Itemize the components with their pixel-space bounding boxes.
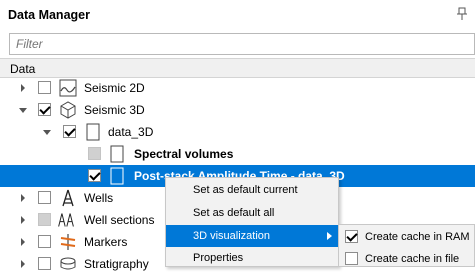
stratigraphy-icon xyxy=(60,257,76,270)
tree-item-label: Spectral volumes xyxy=(134,147,234,161)
checkbox[interactable] xyxy=(88,169,101,182)
submenu-item-label: Create cache in file xyxy=(365,253,460,265)
checkbox[interactable] xyxy=(38,235,51,248)
expand-arrow-icon[interactable] xyxy=(18,193,28,203)
tree-item-label: Stratigraphy xyxy=(84,257,149,271)
tree-header[interactable]: Data xyxy=(0,58,475,78)
tree-item-seismic-3d[interactable]: Seismic 3D xyxy=(0,99,475,121)
well-derrick-icon xyxy=(62,189,74,207)
tree-item-seismic-2d[interactable]: Seismic 2D xyxy=(0,77,475,99)
collapse-arrow-icon[interactable] xyxy=(42,127,52,137)
menu-item-properties[interactable]: Properties xyxy=(166,247,338,269)
filter-input[interactable] xyxy=(10,34,474,54)
checkbox[interactable] xyxy=(63,125,76,138)
filter-field[interactable] xyxy=(9,33,475,55)
checkbox[interactable] xyxy=(38,81,51,94)
expand-arrow-icon[interactable] xyxy=(18,83,28,93)
submenu-arrow-icon xyxy=(327,232,332,240)
checkbox[interactable] xyxy=(38,213,51,226)
collapse-arrow-icon[interactable] xyxy=(18,105,28,115)
menu-item-label: Set as default all xyxy=(193,207,275,219)
cube-folder-icon xyxy=(86,123,100,141)
menu-item-label: Set as default current xyxy=(193,184,298,196)
expand-arrow-icon[interactable] xyxy=(18,259,28,269)
expand-arrow-icon[interactable] xyxy=(18,215,28,225)
submenu-3d-visualization: Create cache in RAM Create cache in file xyxy=(338,224,475,267)
tree-item-label: Markers xyxy=(84,235,128,249)
tree-item-label: Well sections xyxy=(84,213,155,227)
menu-item-set-default-current[interactable]: Set as default current xyxy=(166,179,338,201)
checkbox[interactable] xyxy=(38,257,51,270)
tree-item-data-3d[interactable]: data_3D xyxy=(0,121,475,143)
tree-item-label: Seismic 3D xyxy=(84,103,145,117)
checkbox[interactable] xyxy=(38,103,51,116)
seismic-3d-icon xyxy=(60,101,76,119)
volume-icon xyxy=(110,167,124,185)
menu-item-3d-visualization[interactable]: 3D visualization xyxy=(166,225,338,247)
context-menu: Set as default current Set as default al… xyxy=(165,177,339,267)
panel-title: Data Manager xyxy=(8,8,90,22)
folder-icon xyxy=(110,145,124,163)
submenu-item-label: Create cache in RAM xyxy=(365,231,470,243)
submenu-item-cache-ram[interactable]: Create cache in RAM xyxy=(339,226,474,247)
checkbox[interactable] xyxy=(38,191,51,204)
tree-item-spectral-volumes[interactable]: Spectral volumes xyxy=(0,143,475,165)
checkbox[interactable] xyxy=(345,252,358,265)
seismic-2d-icon xyxy=(59,79,77,97)
tree-item-label: data_3D xyxy=(108,125,154,139)
panel-titlebar: Data Manager xyxy=(0,0,475,30)
checkbox[interactable] xyxy=(345,230,358,243)
well-sections-icon xyxy=(58,213,74,227)
checkbox[interactable] xyxy=(88,147,101,160)
menu-item-set-default-all[interactable]: Set as default all xyxy=(166,202,338,224)
tree-item-label: Seismic 2D xyxy=(84,81,145,95)
tree-header-label: Data xyxy=(10,62,36,76)
menu-item-label: 3D visualization xyxy=(193,230,271,242)
menu-item-label: Properties xyxy=(193,252,244,264)
pin-icon[interactable] xyxy=(457,7,467,21)
submenu-item-cache-file[interactable]: Create cache in file xyxy=(339,248,474,269)
tree-item-label: Wells xyxy=(84,191,114,205)
expand-arrow-icon[interactable] xyxy=(18,237,28,247)
markers-icon xyxy=(60,234,76,250)
